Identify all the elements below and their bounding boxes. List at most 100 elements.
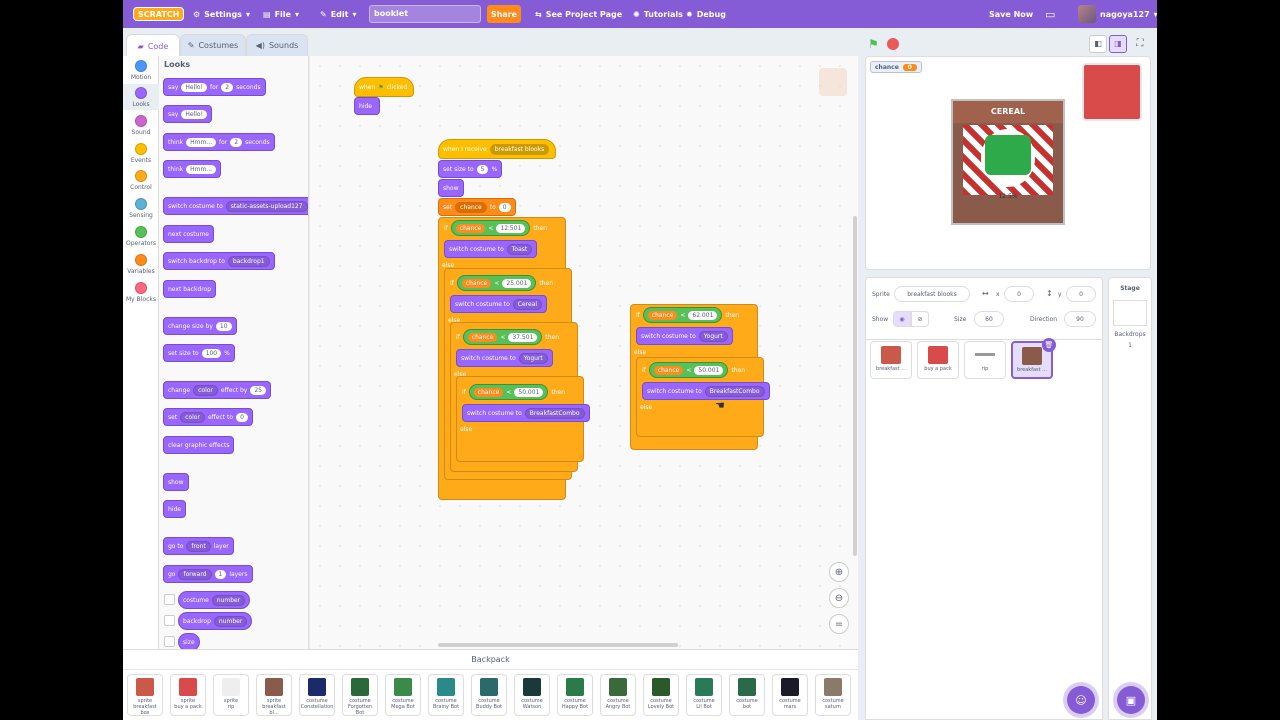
clear-graphic-effects-block[interactable]: clear graphic effects <box>163 436 235 454</box>
block-input[interactable]: 100 <box>201 348 222 358</box>
block-input[interactable]: 0 <box>498 202 511 212</box>
change-effect-block[interactable]: change color effect by 25 <box>163 381 271 399</box>
say-for-seconds-block[interactable]: say Hello! for 2 seconds <box>163 78 266 96</box>
show-block[interactable]: show <box>163 473 189 491</box>
backpack-item[interactable]: costume bot <box>729 674 765 716</box>
change-size-block[interactable]: change size by 10 <box>163 317 237 335</box>
block-input[interactable]: 25.001 <box>502 278 532 288</box>
number-name-dropdown[interactable]: number <box>213 615 248 627</box>
fullscreen-button[interactable]: ⛶ <box>1131 35 1149 53</box>
backdrop-dropdown[interactable]: backdrop1 <box>227 255 270 267</box>
category-control[interactable]: Control <box>123 170 159 191</box>
backpack-item[interactable]: costume Lil Bot <box>686 674 722 716</box>
sprite-tile[interactable]: rip <box>964 341 1006 379</box>
backpack-item[interactable]: sprite breakfast bl... <box>256 674 292 716</box>
backpack-item[interactable]: costume mars <box>772 674 808 716</box>
show-hidden-toggle[interactable]: ⊘ <box>911 311 929 327</box>
block-input[interactable]: Hello! <box>181 109 207 119</box>
stage-selector[interactable]: Stage Backdrops 1 <box>1108 277 1152 720</box>
layer-dropdown[interactable]: front <box>186 540 211 552</box>
block-input[interactable]: 1 <box>214 569 227 579</box>
tab-code[interactable]: ▰ Code <box>126 34 180 57</box>
category-events[interactable]: Events <box>123 143 159 164</box>
block-input[interactable]: 10 <box>215 321 232 331</box>
backpack-item[interactable]: sprite buy a pack <box>170 674 206 716</box>
block-input[interactable]: Hmm... <box>186 137 217 147</box>
category-variables[interactable]: Variables <box>123 254 159 275</box>
backpack-item[interactable]: sprite breakfast box <box>127 674 163 716</box>
number-name-dropdown[interactable]: number <box>211 594 246 606</box>
zoom-in-button[interactable]: ⊕ <box>829 562 849 582</box>
chance-reporter[interactable]: chance <box>461 278 492 288</box>
chance-reporter[interactable]: chance <box>653 365 684 375</box>
switch-costume-block[interactable]: switch costume to BreakfastCombo <box>462 404 590 422</box>
message-dropdown[interactable]: breakfast blooks <box>489 143 550 155</box>
block-input[interactable]: 2 <box>230 137 243 147</box>
block-input[interactable]: 50.001 <box>694 365 724 375</box>
edit-menu[interactable]: ✎ Edit ▾ <box>320 0 356 28</box>
zoom-out-button[interactable]: ⊖ <box>829 588 849 608</box>
set-variable-block[interactable]: set chance to 0 <box>438 198 516 216</box>
switch-costume-block[interactable]: switch costume to Yogurt <box>636 327 733 345</box>
block-input[interactable]: Hello! <box>181 82 207 92</box>
chance-reporter[interactable]: chance <box>647 310 678 320</box>
block-input[interactable]: 50.001 <box>514 387 544 397</box>
account-menu[interactable]: nagoya127 ▾ <box>1078 0 1157 28</box>
backpack-item[interactable]: costume Mega Bot <box>385 674 421 716</box>
backpack-item[interactable]: costume Angry Bot <box>600 674 636 716</box>
category-sound[interactable]: Sound <box>123 115 159 136</box>
block-input[interactable]: 5 <box>476 164 489 174</box>
less-than-operator[interactable]: chance <12.501 <box>450 220 531 236</box>
chance-variable-monitor[interactable]: chance 0 <box>870 61 922 73</box>
category-operators[interactable]: Operators <box>123 226 159 247</box>
say-block[interactable]: say Hello! <box>163 105 212 123</box>
costume-dropdown[interactable]: Cereal <box>512 298 543 310</box>
backpack-item[interactable]: costume Watson <box>514 674 550 716</box>
costume-dropdown[interactable]: static-assets-upload127 <box>225 200 308 212</box>
less-than-operator[interactable]: chance <37.501 <box>462 329 543 345</box>
show-block[interactable]: show <box>438 179 464 197</box>
category-motion[interactable]: Motion <box>123 60 159 81</box>
switch-costume-block[interactable]: switch costume to Toast <box>444 240 538 258</box>
set-size-block[interactable]: set size to 5% <box>438 160 503 178</box>
costume-dropdown[interactable]: Yogurt <box>698 330 728 342</box>
less-than-operator[interactable]: chance <50.001 <box>468 384 549 400</box>
effect-dropdown[interactable]: color <box>180 411 205 423</box>
chance-reporter[interactable]: chance <box>473 387 504 397</box>
save-now-button[interactable]: Save Now <box>989 0 1033 28</box>
sprite-tile[interactable]: buy a pack <box>917 341 959 379</box>
less-than-operator[interactable]: chance <25.001 <box>456 275 537 291</box>
sprite-name-input[interactable]: breakfast blooks <box>894 286 970 302</box>
block-input[interactable]: 12.501 <box>496 223 526 233</box>
settings-menu[interactable]: ⚙ Settings ▾ <box>193 0 250 28</box>
backpack-item[interactable]: costume saturn <box>815 674 851 716</box>
breakfast-pack-sprite[interactable] <box>1082 63 1142 121</box>
costume-number-reporter[interactable]: costume number <box>178 591 251 609</box>
costume-dropdown[interactable]: BreakfastCombo <box>524 407 585 419</box>
scratch-logo[interactable]: SCRATCH <box>133 7 185 21</box>
think-block[interactable]: think Hmm... <box>163 160 222 178</box>
go-to-layer-block[interactable]: go to front layer <box>163 537 234 555</box>
backpack-item[interactable]: costume Happy Bot <box>557 674 593 716</box>
less-than-operator[interactable]: chance <62.001 <box>642 307 723 323</box>
project-title-input[interactable]: booklet <box>369 5 481 23</box>
chance-reporter[interactable]: chance <box>455 223 486 233</box>
less-than-operator[interactable]: chance <50.001 <box>648 362 729 378</box>
switch-backdrop-block[interactable]: switch backdrop to backdrop1 <box>163 252 275 270</box>
set-effect-block[interactable]: set color effect to 0 <box>163 408 253 426</box>
stop-button[interactable] <box>887 38 899 50</box>
switch-costume-block[interactable]: switch costume to Yogurt <box>456 349 553 367</box>
costume-dropdown[interactable]: BreakfastCombo <box>704 385 765 397</box>
block-input[interactable]: Hmm... <box>186 164 217 174</box>
tab-sounds[interactable]: ◀) Sounds <box>246 34 308 56</box>
backpack-item[interactable]: costume Buddy Bot <box>471 674 507 716</box>
backpack-item[interactable]: costume Constellation <box>299 674 335 716</box>
block-input[interactable]: 25 <box>250 385 266 395</box>
hide-block[interactable]: hide <box>354 97 380 115</box>
sprite-tile-selected[interactable]: breakfast ... 🗑 <box>1011 338 1056 379</box>
next-costume-block[interactable]: next costume <box>163 225 214 243</box>
show-visible-toggle[interactable]: ◉ <box>893 311 911 327</box>
y-input[interactable]: 0 <box>1066 286 1096 302</box>
backpack-item[interactable]: costume Lovely Bot <box>643 674 679 716</box>
direction-input[interactable]: 90 <box>1064 311 1096 327</box>
